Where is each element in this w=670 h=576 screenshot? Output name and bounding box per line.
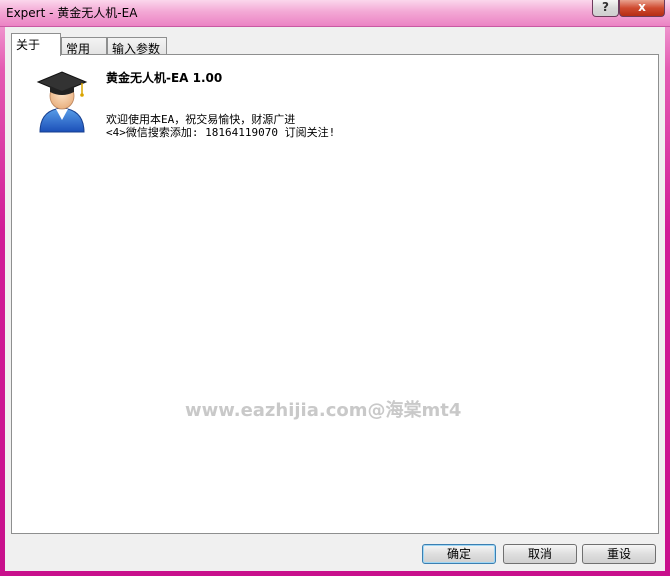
tab-common[interactable]: 常用: [61, 37, 107, 56]
window-title: Expert - 黄金无人机-EA: [6, 6, 138, 20]
description-line-2: <4>微信搜索添加: 18164119070 订阅关注!: [106, 126, 336, 139]
graduate-avatar-icon: [36, 71, 88, 133]
ok-button[interactable]: 确定: [422, 544, 496, 564]
ea-title: 黄金无人机-EA 1.00: [106, 71, 223, 85]
close-button[interactable]: x: [619, 0, 665, 17]
cancel-button[interactable]: 取消: [503, 544, 577, 564]
description-line-1: 欢迎使用本EA，祝交易愉快，财源广进: [106, 113, 296, 126]
tab-about[interactable]: 关于: [11, 33, 61, 56]
tab-inputs[interactable]: 输入参数: [107, 37, 167, 56]
help-button[interactable]: ?: [592, 0, 619, 17]
about-panel: 黄金无人机-EA 1.00 欢迎使用本EA，祝交易愉快，财源广进 <4>微信搜索…: [11, 54, 659, 534]
watermark: www.eazhijia.com@海棠mt4: [185, 400, 462, 421]
reset-button[interactable]: 重设: [582, 544, 656, 564]
ea-description: 欢迎使用本EA，祝交易愉快，财源广进 <4>微信搜索添加: 1816411907…: [106, 113, 335, 139]
title-bar[interactable]: Expert - 黄金无人机-EA ? x: [0, 0, 670, 27]
dialog-client-area: 关于 常用 输入参数 黄金无人机-EA 1.00 欢迎使用本EA，祝交易愉快，财…: [5, 27, 665, 571]
window-frame: Expert - 黄金无人机-EA ? x 关于 常用 输入参数 黄金无人机-E…: [0, 0, 670, 576]
